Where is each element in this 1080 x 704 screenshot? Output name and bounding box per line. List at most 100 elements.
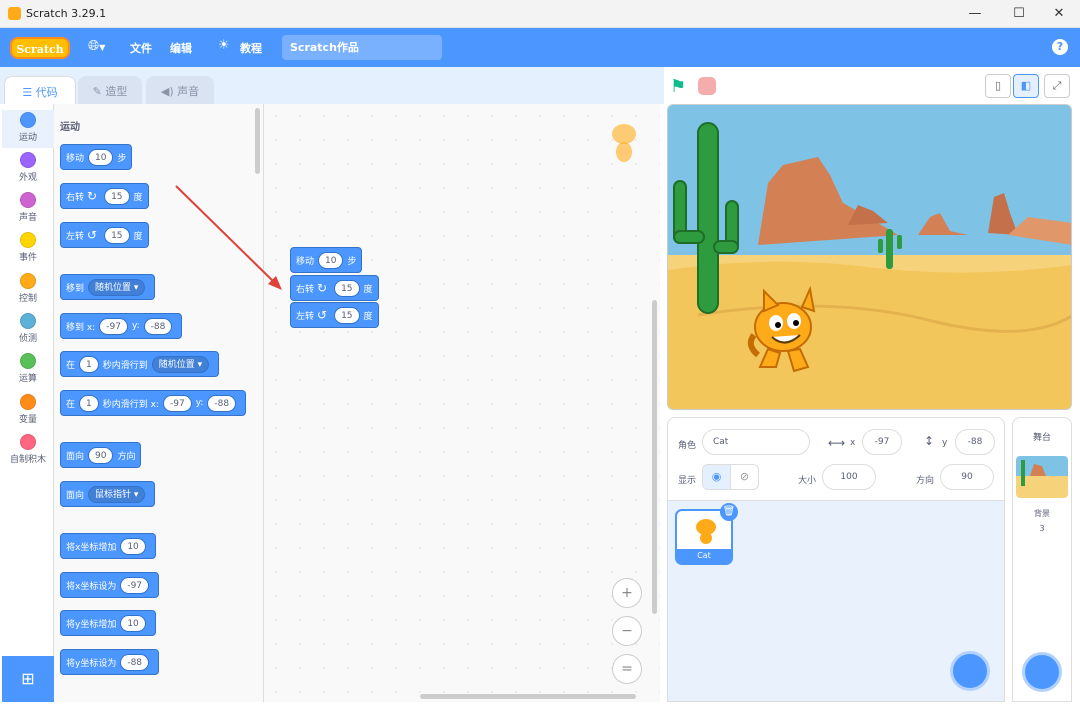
sprite-tile-name: Cat (677, 549, 731, 563)
project-title-input[interactable]: Scratch作品 (282, 35, 442, 60)
window-title: Scratch 3.29.1 (26, 7, 106, 20)
stage-panel-title: 舞台 (1013, 430, 1071, 443)
code-icon: ☰ (22, 86, 35, 99)
category-looks[interactable]: 外观 (2, 152, 54, 183)
block-turn-left[interactable]: 左转↺15度 (60, 222, 149, 248)
sprite-name-input[interactable]: Cat (702, 429, 810, 455)
category-sound[interactable]: 声音 (2, 192, 54, 223)
scratch-logo[interactable]: Scratch (10, 37, 70, 59)
direction-label: 方向 (916, 473, 934, 486)
stop-icon[interactable] (698, 77, 716, 95)
size-label: 大小 (798, 473, 816, 486)
show-hidden-button[interactable]: ⊘ (730, 464, 759, 490)
block-glide-xy[interactable]: 在1秒内滑行到 x:-97y:-88 (60, 390, 246, 416)
eye-slash-icon: ⊘ (740, 470, 749, 483)
category-variables[interactable]: 变量 (2, 394, 54, 425)
brush-icon: ✎ (93, 85, 106, 98)
category-operators[interactable]: 运算 (2, 353, 54, 384)
normal-stage-button[interactable]: ◧ (1013, 74, 1039, 98)
chevron-down-icon: ▼ (99, 43, 105, 52)
tab-sounds[interactable]: ◀) 声音 (146, 76, 214, 106)
rotate-right-icon: ↻ (87, 189, 97, 203)
size-input[interactable]: 100 (822, 464, 876, 490)
palette-scrollbar[interactable] (255, 108, 260, 174)
workspace-hscroll[interactable] (420, 694, 636, 699)
tab-code[interactable]: ☰ 代码 (4, 76, 76, 106)
stage-selector[interactable]: 舞台 背景 3 (1012, 417, 1072, 702)
menu-bar: Scratch 🌐︎▼ 文件 编辑 ☀ 教程 Scratch作品 ? (0, 28, 1080, 67)
sprite-tile-image (691, 515, 721, 545)
menu-file[interactable]: 文件 (130, 40, 152, 56)
normal-stage-icon: ◧ (1021, 79, 1031, 92)
sprite-list: Cat 🗑︎ (667, 500, 1005, 702)
block-turn-right[interactable]: 右转↻15度 (60, 183, 149, 209)
block-change-y[interactable]: 将y坐标增加10 (60, 610, 156, 636)
sprite-info-panel: 角色 Cat ⟷ x -97 ↕ y -88 显示 ◉ ⊘ 大小 100 方向 … (667, 417, 1005, 503)
block-point-towards[interactable]: 面向鼠标指针 ▾ (60, 481, 155, 507)
category-events[interactable]: 事件 (2, 232, 54, 263)
annotation-arrow (170, 180, 290, 295)
eye-icon: ◉ (712, 470, 722, 483)
add-extension-button[interactable]: ⊞ (2, 656, 54, 702)
block-goto-xy[interactable]: 移到 x:-97y:-88 (60, 313, 182, 339)
workspace-vscroll[interactable] (652, 300, 657, 614)
show-visible-button[interactable]: ◉ (702, 464, 731, 490)
category-sensing[interactable]: 侦测 (2, 313, 54, 344)
fullscreen-icon: ⤢ (1053, 79, 1062, 92)
category-control[interactable]: 控制 (2, 273, 54, 304)
sprite-thumbnail-watermark (604, 120, 644, 164)
script-workspace[interactable]: 移动10步 右转↻15度 左转↺15度 + − = (264, 104, 660, 702)
block-goto[interactable]: 移到随机位置 ▾ (60, 274, 155, 300)
block-set-x[interactable]: 将x坐标设为-97 (60, 572, 159, 598)
backdrops-count: 3 (1013, 524, 1071, 533)
desert-backdrop (668, 105, 1072, 410)
y-input[interactable]: -88 (955, 429, 995, 455)
rotate-left-icon: ↺ (87, 228, 97, 242)
y-arrows-icon: ↕ (924, 434, 934, 448)
zoom-out-button[interactable]: − (612, 616, 642, 646)
maximize-button[interactable]: ☐ (1004, 4, 1034, 24)
globe-icon[interactable]: 🌐︎▼ (88, 38, 105, 54)
delete-sprite-icon[interactable]: 🗑︎ (720, 503, 738, 521)
title-bar: Scratch 3.29.1 — ☐ ✕ (0, 0, 1080, 28)
help-icon[interactable]: ? (1052, 39, 1068, 55)
y-label: y (942, 438, 947, 448)
speaker-icon: ◀) (161, 85, 177, 98)
small-stage-button[interactable]: ▯ (985, 74, 1011, 98)
small-stage-icon: ▯ (995, 79, 1001, 92)
fullscreen-button[interactable]: ⤢ (1044, 74, 1070, 98)
category-my-blocks[interactable]: 自制积木 (2, 434, 54, 465)
x-label: x (850, 438, 855, 448)
block-set-y[interactable]: 将y坐标设为-88 (60, 649, 159, 675)
block-move-steps[interactable]: 移动10步 (60, 144, 132, 170)
block-point-direction[interactable]: 面向90方向 (60, 442, 141, 468)
script-turn-right[interactable]: 右转↻15度 (290, 275, 379, 301)
block-glide-to[interactable]: 在1秒内滑行到随机位置 ▾ (60, 351, 219, 377)
script-turn-left[interactable]: 左转↺15度 (290, 302, 379, 328)
rotate-right-icon: ↻ (317, 281, 327, 295)
tab-costumes[interactable]: ✎ 造型 (78, 76, 142, 106)
stage-canvas[interactable] (667, 104, 1072, 410)
zoom-reset-button[interactable]: = (612, 654, 642, 684)
menu-tutorials[interactable]: 教程 (240, 40, 262, 56)
script-move-steps[interactable]: 移动10步 (290, 247, 362, 273)
zoom-in-button[interactable]: + (612, 578, 642, 608)
sprite-name-label: 角色 (678, 438, 696, 451)
minimize-button[interactable]: — (960, 4, 990, 24)
extension-icon: ⊞ (21, 669, 34, 688)
category-motion[interactable]: 运动 (2, 110, 54, 148)
palette-heading: 运动 (60, 118, 80, 133)
backdrop-thumbnail (1016, 456, 1068, 498)
x-input[interactable]: -97 (862, 429, 902, 455)
show-label: 显示 (678, 473, 696, 486)
backdrops-label: 背景 (1013, 508, 1071, 519)
direction-input[interactable]: 90 (940, 464, 994, 490)
add-backdrop-button[interactable] (1022, 652, 1062, 692)
green-flag-icon[interactable]: ⚑ (670, 76, 686, 97)
close-button[interactable]: ✕ (1044, 4, 1074, 24)
add-sprite-button[interactable] (950, 651, 990, 691)
x-arrows-icon: ⟷ (828, 436, 845, 450)
block-change-x[interactable]: 将x坐标增加10 (60, 533, 156, 559)
lightbulb-icon: ☀ (218, 38, 230, 53)
menu-edit[interactable]: 编辑 (170, 40, 192, 56)
